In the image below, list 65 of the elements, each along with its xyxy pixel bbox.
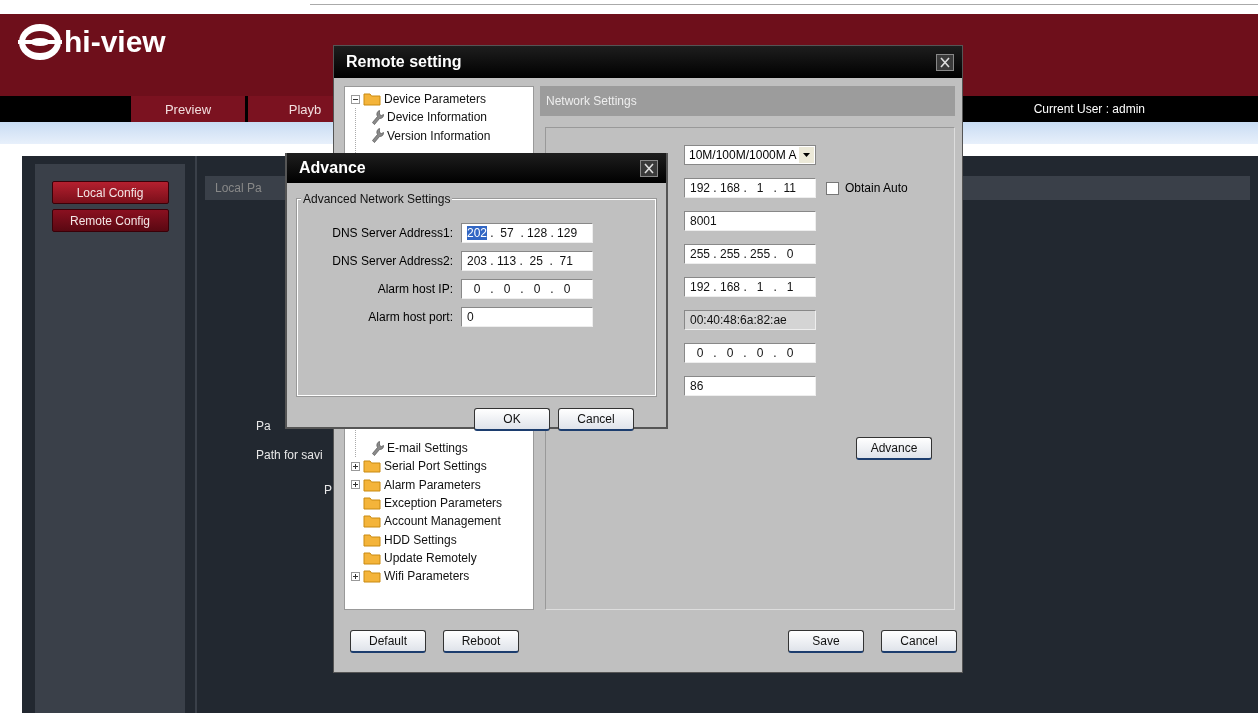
tree-item[interactable]: E-mail Settings <box>372 438 533 458</box>
close-icon[interactable] <box>640 159 658 177</box>
input-field[interactable]: 0 . 0 . 0 . 0 <box>684 343 816 363</box>
setting-label: Path for savi <box>256 448 323 462</box>
tree-item[interactable]: Account Management <box>351 512 533 531</box>
input-field[interactable]: 8001 <box>684 211 816 231</box>
section-title: Local Pa <box>215 181 262 195</box>
sidebar-button[interactable]: Remote Config <box>51 209 169 232</box>
expander-icon[interactable] <box>351 480 360 490</box>
setting-label: P <box>324 483 332 497</box>
dialog-button[interactable]: Reboot <box>443 630 519 653</box>
close-icon[interactable] <box>936 53 954 71</box>
checkbox[interactable] <box>826 181 839 195</box>
expander-icon[interactable] <box>351 571 360 581</box>
folder-icon <box>363 92 381 107</box>
eye-logo-icon <box>18 23 62 61</box>
current-user-label: Current User : admin <box>1033 102 1145 116</box>
input-field[interactable]: 0 <box>461 307 593 327</box>
folder-icon <box>363 495 381 510</box>
field-label: DNS Server Address1: <box>331 226 453 240</box>
input-field[interactable]: 255 . 255 . 255 . 0 <box>684 244 816 264</box>
advance-button[interactable]: Advance <box>856 437 932 460</box>
dialog-button[interactable]: Cancel <box>881 630 957 653</box>
dialog-button[interactable]: OK <box>474 408 550 431</box>
expander-icon[interactable] <box>351 461 360 471</box>
checkbox-label: Obtain Auto <box>845 181 908 195</box>
expander-icon[interactable] <box>351 94 360 104</box>
dialog-button[interactable]: Save <box>788 630 864 653</box>
dialog-button[interactable]: Default <box>350 630 426 653</box>
folder-icon <box>363 569 381 584</box>
input-field[interactable]: 203 . 113 . 25 . 71 <box>461 251 593 271</box>
input-field[interactable]: 0 . 0 . 0 . 0 <box>461 279 593 299</box>
wrench-icon <box>372 440 384 456</box>
input-field[interactable]: 202 . 57 . 128 . 129 <box>461 223 593 243</box>
dialog-button[interactable]: Cancel <box>558 408 634 431</box>
field-label: Alarm host IP: <box>376 282 453 296</box>
logo-text: hi-view <box>64 25 166 59</box>
folder-icon <box>363 514 381 529</box>
tree-item[interactable]: Wifi Parameters <box>351 566 533 586</box>
field-label: DNS Server Address2: <box>331 254 453 268</box>
tree-item[interactable]: Serial Port Settings <box>351 457 533 476</box>
dialog-title: Remote setting <box>346 53 462 71</box>
tree-item[interactable]: HDD Settings <box>351 530 533 549</box>
tree-item[interactable]: Exception Parameters <box>351 493 533 513</box>
nic-type-dropdown[interactable]: 10M/100M/1000M A <box>684 145 816 165</box>
input-field[interactable]: 192 . 168 . 1 . 11 <box>684 178 816 198</box>
folder-icon <box>363 550 381 565</box>
tree-item[interactable]: Device Information <box>372 108 533 127</box>
wrench-icon <box>372 109 384 125</box>
setting-label: Pa <box>256 419 271 433</box>
folder-icon <box>363 532 381 547</box>
input-field[interactable]: 192 . 168 . 1 . 1 <box>684 277 816 297</box>
tree-item[interactable]: Alarm Parameters <box>351 475 533 494</box>
dialog-title: Advance <box>299 159 366 177</box>
wrench-icon <box>372 128 384 144</box>
folder-icon <box>363 477 381 492</box>
panel-title: Network Settings <box>546 94 637 108</box>
folder-icon <box>363 459 381 474</box>
tree-item[interactable]: Version Information <box>372 126 533 145</box>
sidebar-button[interactable]: Local Config <box>51 181 169 204</box>
input-field[interactable]: 86 <box>684 376 816 396</box>
tree-item[interactable]: Update Remotely <box>351 548 533 567</box>
group-title: Advanced Network Settings <box>301 192 453 206</box>
nav-tab[interactable]: Preview <box>131 96 245 122</box>
field-label: Alarm host port: <box>367 310 453 324</box>
